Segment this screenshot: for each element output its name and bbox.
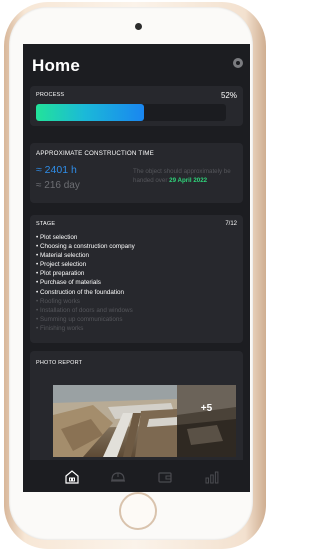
handover-date: 29 April 2022 [169,177,208,184]
stage-item-pending: Summing up communications [36,315,135,324]
progress-track [36,104,226,121]
stage-item-pending: Installation of doors and windows [36,306,135,315]
process-percent: 52% [220,91,237,100]
stage-count: 7/12 [225,221,237,227]
stage-item-pending: Roofing works [36,297,135,306]
stage-item-done: Plot preparation [36,269,135,278]
bottom-nav [23,460,250,492]
stats-icon [205,471,219,484]
more-photos-count: +5 [200,403,213,414]
construction-photo-image [53,385,177,457]
stage-list: Plot selection Choosing a construction c… [36,233,135,333]
construction-photo[interactable] [53,385,177,457]
nav-wallet-button[interactable] [157,469,173,485]
progress-fill [36,104,144,121]
process-label: PROCESS [36,92,65,98]
handover-text: The object should approximately be hande… [133,167,243,185]
stage-item-done: Purchase of materials [36,278,135,287]
nav-stats-button[interactable] [204,469,220,485]
stage-item-pending: Finishing works [36,324,135,333]
time-hours: ≈ 2401 h [36,164,77,176]
more-photos[interactable]: +5 [177,385,236,457]
home-button[interactable] [119,492,157,530]
wallet-icon [158,472,172,483]
construction-time-label: APPROXIMATE CONSTRUCTION TIME [36,150,154,157]
time-days: ≈ 216 day [36,180,80,191]
stage-card[interactable]: STAGE 7/12 Plot selection Choosing a con… [30,215,243,343]
helmet-icon [111,472,125,482]
stage-item-done: Project selection [36,260,135,269]
page-title: Home [32,56,81,75]
stage-item-done: Construction of the foundation [36,288,135,297]
stage-item-done: Choosing a construction company [36,242,135,251]
nav-home-button[interactable] [64,469,80,485]
photo-report-label: PHOTO REPORT [36,360,83,366]
stage-item-done: Material selection [36,251,135,260]
construction-time-card: APPROXIMATE CONSTRUCTION TIME ≈ 2401 h ≈… [30,143,243,203]
settings-icon[interactable] [233,58,243,68]
stage-item-done: Plot selection [36,233,135,242]
process-card: PROCESS 52% [30,86,243,126]
app-screen: Home PROCESS 52% APPROXIMATE CONSTRUCTIO… [23,44,250,492]
camera-dot [135,23,142,30]
stage-label: STAGE [36,221,56,227]
more-photos-image [177,385,236,457]
nav-construction-button[interactable] [110,469,126,485]
home-icon [65,470,79,484]
